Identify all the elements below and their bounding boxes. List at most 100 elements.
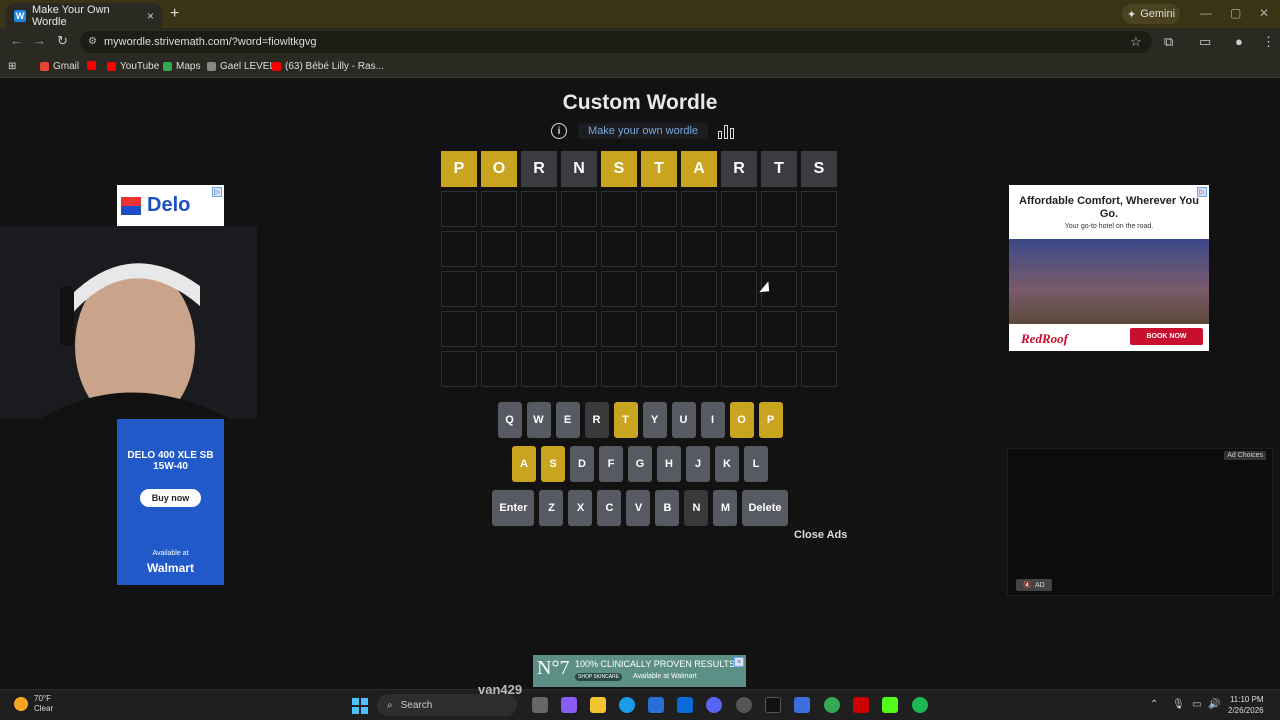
store-icon[interactable] (648, 697, 664, 713)
key-enter[interactable]: Enter (492, 490, 535, 526)
key-n[interactable]: N (684, 490, 709, 526)
close-ad-icon[interactable]: × (734, 657, 744, 667)
bookmark-star-icon[interactable]: ☆ (1130, 34, 1142, 50)
tiktok-icon[interactable] (765, 697, 781, 713)
network-icon[interactable]: ▭ (1192, 699, 1201, 710)
adchoices-icon[interactable]: ▷ (212, 187, 222, 197)
key-x[interactable]: X (568, 490, 593, 526)
delo-buy-now-button[interactable]: Buy now (140, 489, 201, 507)
site-info-icon[interactable]: ⚙ (88, 31, 97, 53)
key-v[interactable]: V (626, 490, 651, 526)
profile-avatar-icon[interactable]: ● (1235, 34, 1243, 49)
reload-icon[interactable]: ↻ (57, 33, 68, 49)
forward-icon[interactable]: → (33, 33, 46, 48)
key-b[interactable]: B (655, 490, 680, 526)
key-q[interactable]: Q (497, 402, 522, 438)
kick-icon[interactable] (882, 697, 898, 713)
minimize-icon[interactable]: — (1200, 6, 1212, 20)
bookmark-maps[interactable]: Maps (163, 61, 200, 72)
info-icon[interactable]: i (551, 123, 567, 139)
key-t[interactable]: T (613, 402, 638, 438)
apps-grid-icon[interactable]: ⊞ (8, 61, 16, 72)
key-m[interactable]: M (713, 490, 738, 526)
key-p[interactable]: P (758, 402, 783, 438)
spotify-icon[interactable] (912, 697, 928, 713)
taskbar-search[interactable]: ⌕ Search (377, 694, 517, 716)
key-d[interactable]: D (570, 446, 594, 482)
letter-tile (521, 271, 557, 307)
task-view-icon[interactable] (532, 697, 548, 713)
gemini-icon: ✦ (1126, 8, 1137, 21)
key-e[interactable]: E (555, 402, 580, 438)
key-y[interactable]: Y (642, 402, 667, 438)
extensions-icon[interactable]: ⧉ (1164, 34, 1173, 50)
bookmark-gmail[interactable]: Gmail (40, 61, 79, 72)
key-delete[interactable]: Delete (742, 490, 788, 526)
volume-icon[interactable]: 🔊 (1208, 699, 1220, 710)
key-a[interactable]: A (512, 446, 536, 482)
close-window-icon[interactable]: ✕ (1259, 6, 1269, 20)
key-j[interactable]: J (686, 446, 710, 482)
file-explorer-icon[interactable] (590, 697, 606, 713)
maximize-icon[interactable]: ▢ (1230, 6, 1241, 20)
key-g[interactable]: G (628, 446, 652, 482)
microphone-icon[interactable]: 🎙 (1172, 699, 1185, 710)
tab-active[interactable]: W Make Your Own Wordle × (6, 3, 162, 28)
start-button-icon[interactable] (352, 698, 368, 714)
key-l[interactable]: L (744, 446, 768, 482)
close-ads-button[interactable]: Close Ads (794, 529, 847, 541)
acrobat-icon[interactable] (853, 697, 869, 713)
make-your-own-wordle-link[interactable]: Make your own wordle (578, 123, 709, 139)
close-tab-icon[interactable]: × (147, 9, 154, 23)
key-o[interactable]: O (729, 402, 754, 438)
url-text: mywordle.strivemath.com/?word=fiowltkgvg (104, 36, 317, 48)
bookmark-gael-level[interactable]: Gael LEVEL (207, 61, 275, 72)
key-i[interactable]: I (700, 402, 725, 438)
weather-widget[interactable]: 70°F Clear (14, 694, 53, 714)
app-icon[interactable] (794, 697, 810, 713)
discord-icon[interactable] (706, 697, 722, 713)
menu-icon[interactable]: ⋮ (1262, 34, 1275, 50)
letter-tile: R (521, 151, 557, 187)
delo-brand: Delo (147, 194, 191, 216)
system-clock[interactable]: 11:10 PM 2/26/2026 (1228, 694, 1264, 716)
outlook-icon[interactable] (677, 697, 693, 713)
bookmark-bebe-lilly[interactable]: (63) Bébé Lilly - Ras... (272, 61, 384, 72)
bookmark-youtube[interactable]: YouTube (107, 61, 159, 72)
youtube-icon (272, 62, 281, 71)
no7-ad[interactable]: N°7 100% CLINICALLY PROVEN RESULTS SHOP … (533, 655, 746, 687)
address-bar[interactable]: ⚙ mywordle.strivemath.com/?word=fiowltkg… (80, 31, 1152, 53)
bookmark-youtube-icon-only[interactable] (87, 61, 96, 70)
letter-tile (601, 191, 637, 227)
obs-icon[interactable] (736, 697, 752, 713)
key-w[interactable]: W (526, 402, 551, 438)
redroof-ad[interactable]: ▷ Affordable Comfort, Wherever You Go. Y… (1009, 185, 1209, 351)
guess-row (441, 231, 839, 267)
letter-tile (601, 351, 637, 387)
key-z[interactable]: Z (539, 490, 564, 526)
key-r[interactable]: R (584, 402, 609, 438)
letter-tile (521, 231, 557, 267)
key-u[interactable]: U (671, 402, 696, 438)
shop-skincare-button[interactable]: SHOP SKINCARE (575, 673, 623, 681)
new-tab-icon[interactable]: + (170, 5, 179, 23)
key-k[interactable]: K (715, 446, 739, 482)
letter-tile (761, 191, 797, 227)
tray-overflow-icon[interactable]: ⌃ (1150, 699, 1158, 710)
key-s[interactable]: S (541, 446, 565, 482)
back-icon[interactable]: ← (10, 33, 23, 48)
edge-icon[interactable] (619, 697, 635, 713)
split-view-icon[interactable]: ▭ (1199, 34, 1211, 50)
letter-tile (641, 351, 677, 387)
key-f[interactable]: F (599, 446, 623, 482)
ad-choices-label[interactable]: Ad Choices (1224, 451, 1266, 460)
chrome-icon[interactable] (824, 697, 840, 713)
book-now-button[interactable]: BOOK NOW (1130, 328, 1203, 345)
copilot-icon[interactable] (561, 697, 577, 713)
mute-button[interactable]: 🔇 AD (1016, 579, 1052, 591)
gemini-button[interactable]: ✦ Gemini (1122, 4, 1180, 24)
key-h[interactable]: H (657, 446, 681, 482)
video-ad[interactable]: Ad Choices 🔇 AD (1007, 448, 1273, 596)
stats-icon[interactable] (718, 123, 735, 139)
key-c[interactable]: C (597, 490, 622, 526)
